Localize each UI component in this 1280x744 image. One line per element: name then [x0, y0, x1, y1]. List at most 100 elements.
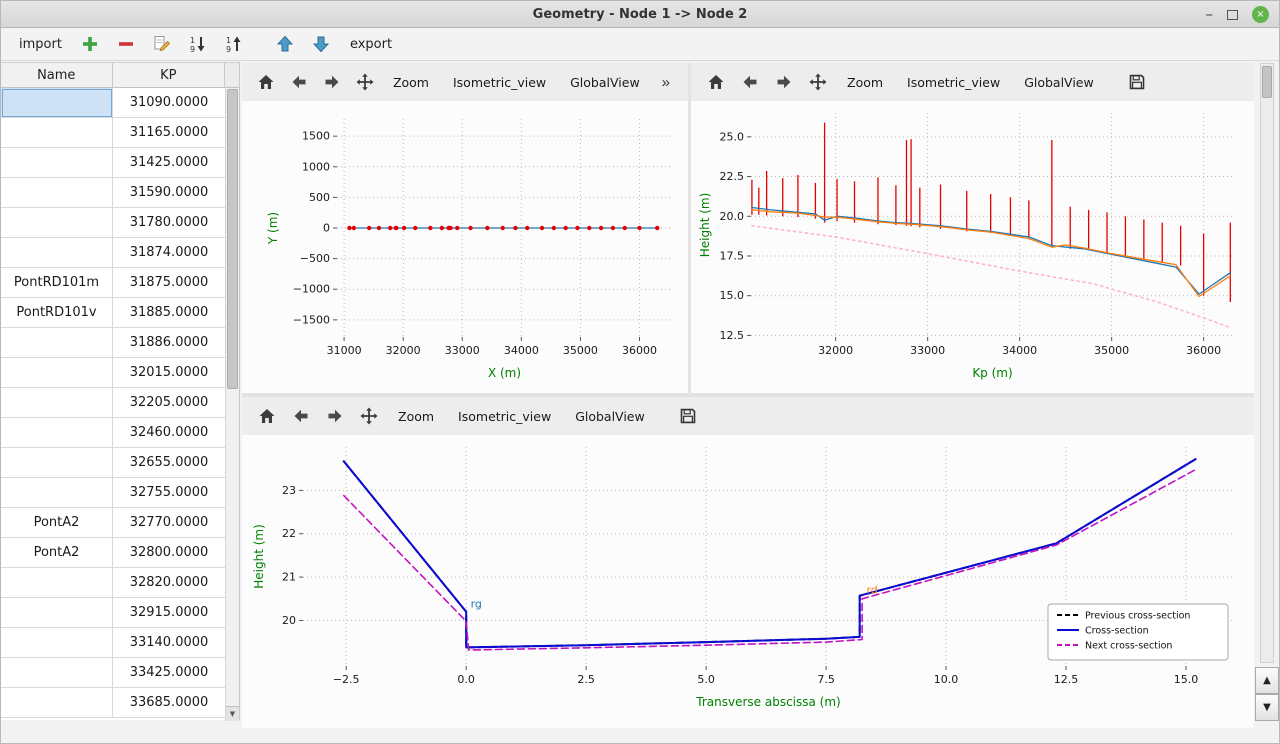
longitudinal-profile-chart[interactable]: 320003300034000350003600012.515.017.520.… [691, 101, 1254, 393]
export-button[interactable]: export [344, 34, 398, 55]
kp-cell[interactable]: 31875.0000 [113, 268, 226, 298]
table-row[interactable]: PontRD101v31885.0000 [1, 298, 226, 328]
profile-zoom-button[interactable]: Zoom [837, 70, 893, 95]
profile-back-button[interactable] [735, 68, 765, 96]
remove-row-button[interactable] [113, 31, 140, 58]
name-cell[interactable] [1, 598, 113, 628]
name-cell[interactable] [1, 178, 113, 208]
table-row[interactable]: 32755.0000 [1, 478, 226, 508]
profile-pan-button[interactable] [803, 68, 833, 96]
name-cell[interactable] [1, 358, 113, 388]
kp-cell[interactable]: 31874.0000 [113, 238, 226, 268]
plan-home-button[interactable] [252, 68, 281, 96]
plan-toolbar-overflow-button[interactable]: » [654, 72, 678, 93]
kp-cell[interactable]: 32015.0000 [113, 358, 226, 388]
kp-cell[interactable]: 31425.0000 [113, 148, 226, 178]
name-cell[interactable] [1, 148, 113, 178]
kp-cell[interactable]: 32915.0000 [113, 598, 226, 628]
kp-cell[interactable]: 32770.0000 [113, 508, 226, 538]
profile-globalview-button[interactable]: GlobalView [1014, 70, 1104, 95]
cross-pan-button[interactable] [354, 402, 384, 430]
plan-pan-button[interactable] [350, 68, 379, 96]
table-row[interactable]: 32205.0000 [1, 388, 226, 418]
name-cell[interactable] [1, 88, 113, 118]
cross-globalview-button[interactable]: GlobalView [565, 404, 655, 429]
table-row[interactable]: 32015.0000 [1, 358, 226, 388]
edit-button[interactable] [149, 31, 176, 58]
minimize-button[interactable]: – [1206, 7, 1214, 22]
kp-cell[interactable]: 32460.0000 [113, 418, 226, 448]
table-row[interactable]: 31886.0000 [1, 328, 226, 358]
window-scrollbar[interactable]: ▲ ▼ [1255, 63, 1280, 728]
table-row[interactable]: 32655.0000 [1, 448, 226, 478]
cross-home-button[interactable] [252, 402, 282, 430]
scroll-down-button[interactable]: ▼ [1255, 694, 1279, 721]
table-scrollbar-thumb[interactable] [227, 89, 238, 389]
cross-back-button[interactable] [286, 402, 316, 430]
name-cell[interactable] [1, 238, 113, 268]
cross-forward-button[interactable] [320, 402, 350, 430]
kp-cell[interactable]: 31886.0000 [113, 328, 226, 358]
kp-cell[interactable]: 32205.0000 [113, 388, 226, 418]
name-cell[interactable] [1, 658, 113, 688]
scrollbar-thumb[interactable] [1262, 66, 1272, 98]
sort-ascending-button[interactable]: 19 [185, 31, 212, 58]
name-cell[interactable] [1, 388, 113, 418]
table-row[interactable]: 31165.0000 [1, 118, 226, 148]
table-row[interactable]: PontA232770.0000 [1, 508, 226, 538]
scrollbar-channel[interactable] [1260, 63, 1274, 663]
table-row[interactable]: 32460.0000 [1, 418, 226, 448]
name-cell[interactable]: PontRD101m [1, 268, 113, 298]
name-cell[interactable]: PontRD101v [1, 298, 113, 328]
scroll-up-button[interactable]: ▲ [1255, 667, 1279, 694]
kp-cell[interactable]: 33140.0000 [113, 628, 226, 658]
table-row[interactable]: 31425.0000 [1, 148, 226, 178]
table-row[interactable]: 33425.0000 [1, 658, 226, 688]
table-row[interactable]: 33140.0000 [1, 628, 226, 658]
kp-cell[interactable]: 33685.0000 [113, 688, 226, 718]
plan-back-button[interactable] [285, 68, 314, 96]
profile-isometric-view-button[interactable]: Isometric_view [897, 70, 1010, 95]
table-row[interactable]: 32915.0000 [1, 598, 226, 628]
name-cell[interactable] [1, 208, 113, 238]
table-row[interactable]: 32820.0000 [1, 568, 226, 598]
sort-descending-button[interactable]: 19 [221, 31, 248, 58]
cross-isometric-view-button[interactable]: Isometric_view [448, 404, 561, 429]
table-row[interactable]: 33685.0000 [1, 688, 226, 718]
kp-cell[interactable]: 32820.0000 [113, 568, 226, 598]
table-scroll-down-button[interactable]: ▼ [226, 706, 239, 721]
kp-cell[interactable]: 31780.0000 [113, 208, 226, 238]
name-cell[interactable] [1, 448, 113, 478]
name-cell[interactable]: PontA2 [1, 508, 113, 538]
profile-forward-button[interactable] [769, 68, 799, 96]
move-down-button[interactable] [308, 31, 335, 58]
add-row-button[interactable] [77, 31, 104, 58]
table-scrollbar[interactable]: ▼ [225, 88, 239, 721]
close-button[interactable]: × [1252, 6, 1269, 23]
kp-cell[interactable]: 32655.0000 [113, 448, 226, 478]
table-row[interactable]: 31780.0000 [1, 208, 226, 238]
move-up-button[interactable] [272, 31, 299, 58]
name-cell[interactable]: PontA2 [1, 538, 113, 568]
name-cell[interactable] [1, 628, 113, 658]
maximize-button[interactable] [1227, 10, 1238, 20]
cross-zoom-button[interactable]: Zoom [388, 404, 444, 429]
table-row[interactable]: 31090.0000 [1, 88, 226, 118]
plan-forward-button[interactable] [317, 68, 346, 96]
plan-globalview-button[interactable]: GlobalView [560, 70, 650, 95]
kp-cell[interactable]: 31590.0000 [113, 178, 226, 208]
kp-cell[interactable]: 32755.0000 [113, 478, 226, 508]
name-cell[interactable] [1, 328, 113, 358]
kp-cell[interactable]: 31885.0000 [113, 298, 226, 328]
cross-section-chart[interactable]: −2.50.02.55.07.510.012.515.020212223Tran… [242, 435, 1254, 728]
kp-cell[interactable]: 31165.0000 [113, 118, 226, 148]
plan-zoom-button[interactable]: Zoom [383, 70, 439, 95]
table-row[interactable]: 31590.0000 [1, 178, 226, 208]
table-row[interactable]: PontRD101m31875.0000 [1, 268, 226, 298]
profile-home-button[interactable] [701, 68, 731, 96]
name-cell[interactable] [1, 568, 113, 598]
profile-save-button[interactable] [1122, 68, 1152, 96]
name-cell[interactable] [1, 478, 113, 508]
kp-cell[interactable]: 33425.0000 [113, 658, 226, 688]
kp-cell[interactable]: 31090.0000 [113, 88, 226, 118]
